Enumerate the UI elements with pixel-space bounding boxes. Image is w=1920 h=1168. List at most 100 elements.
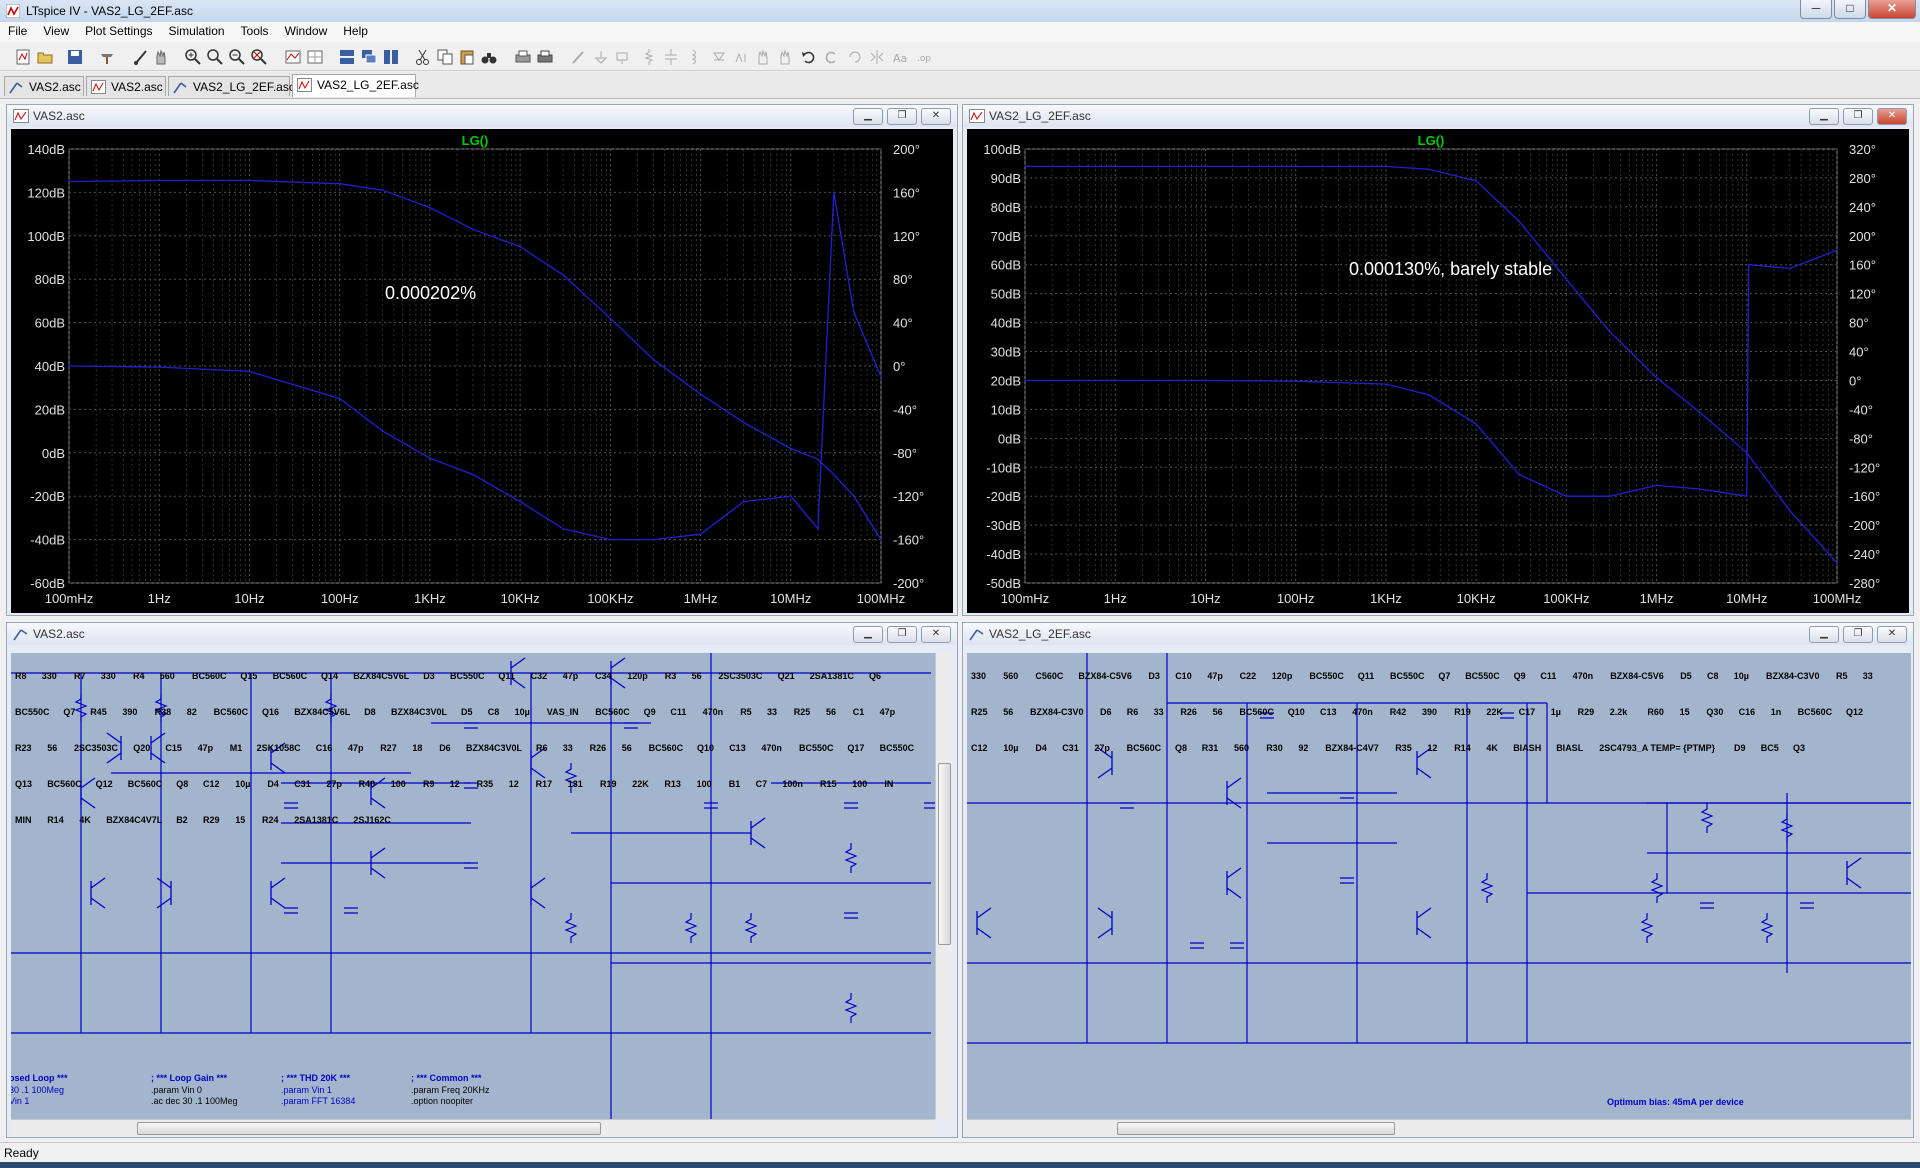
close-subwindow-button[interactable]: ✕	[921, 626, 951, 643]
resistor-symbol	[1760, 913, 1774, 943]
close-subwindow-button[interactable]: ✕	[921, 108, 951, 125]
component-label: BC560C	[273, 671, 308, 681]
run-simulation-icon[interactable]	[132, 48, 150, 66]
tab-vas2-lg-2ef-schematic[interactable]: VAS2_LG_2EF.asc	[168, 76, 295, 96]
component-label: R5	[740, 707, 752, 717]
menu-simulation[interactable]: Simulation	[161, 22, 233, 42]
y-tick-label: -20dB	[986, 489, 1021, 504]
rotate-icon[interactable]	[846, 48, 864, 66]
bode-plot-canvas[interactable]: 140dB 120dB 100dB 80dB 60dB 40dB 20dB 0dB -20dB -…	[11, 129, 953, 613]
tab-vas2-schematic[interactable]: VAS2.asc	[4, 76, 84, 96]
menu-plot-settings[interactable]: Plot Settings	[77, 22, 160, 42]
menu-help[interactable]: Help	[335, 22, 376, 42]
tile-vertical-icon[interactable]	[382, 48, 400, 66]
bode-plot-canvas[interactable]: 100dB 90dB 80dB 70dB 60dB 50dB 40dB 30dB 20dB 10d…	[967, 129, 1909, 613]
plot-window-vas2[interactable]: VAS2.asc ▁ ❐ ✕ 140dB 120dB 100dB 80dB 60dB 40…	[6, 104, 958, 616]
component-label: R19	[600, 779, 617, 789]
schematic-canvas[interactable]: R8 330 R7 330 R4 560 BC560C Q15 BC560C Q14 BZX84C5…	[11, 653, 935, 1119]
schematic-canvas[interactable]: 330 560 C560C BZX84-C5V6 D3 C10 47p C22 120p BC55…	[967, 653, 1911, 1119]
magnitude-point	[429, 206, 431, 209]
scrollbar-thumb[interactable]	[938, 763, 951, 945]
cut-scissors-icon[interactable]	[414, 48, 432, 66]
print-icon[interactable]	[536, 48, 554, 66]
ground-icon[interactable]	[592, 48, 610, 66]
menu-window[interactable]: Window	[277, 22, 336, 42]
menu-view[interactable]: View	[35, 22, 77, 42]
minimize-subwindow-button[interactable]: ▁	[853, 626, 883, 643]
bode-plot-area[interactable]: 140dB 120dB 100dB 80dB 60dB 40dB 20dB 0dB -20dB -…	[11, 129, 953, 613]
menu-file[interactable]: File	[0, 22, 35, 42]
cascade-windows-icon[interactable]	[360, 48, 378, 66]
zoom-out-icon[interactable]	[228, 48, 246, 66]
restore-subwindow-button[interactable]: ❐	[1843, 626, 1873, 643]
label-net-icon[interactable]	[614, 48, 632, 66]
bode-plot-area[interactable]: 100dB 90dB 80dB 70dB 60dB 50dB 40dB 30dB 20dB 10d…	[967, 129, 1909, 613]
restore-subwindow-button[interactable]: ❐	[887, 626, 917, 643]
spice-directive-icon[interactable]: .op	[916, 48, 934, 66]
schematic-horizontal-scrollbar[interactable]	[967, 1119, 1911, 1136]
new-schematic-icon[interactable]	[14, 48, 32, 66]
menu-tools[interactable]: Tools	[233, 22, 277, 42]
component-label: R42	[1390, 707, 1407, 717]
restore-subwindow-button[interactable]: ❐	[887, 108, 917, 125]
tab-vas2-lg-2ef-waveform[interactable]: VAS2_LG_2EF.asc	[292, 74, 419, 97]
schematic-window-vas2-lg-2ef[interactable]: VAS2_LG_2EF.asc ▁ ❐ ✕ 330 560 C560C BZX84-C…	[962, 622, 1914, 1138]
autorange-icon[interactable]	[284, 48, 302, 66]
find-binoculars-icon[interactable]	[480, 48, 498, 66]
inductor-icon[interactable]	[684, 48, 702, 66]
plot-window-vas2-lg-2ef[interactable]: VAS2_LG_2EF.asc ▁ ❐ ✕ 100dB 90dB 80dB 70dB 6…	[962, 104, 1914, 616]
pan-zoom-icon[interactable]	[206, 48, 224, 66]
halt-hand-icon[interactable]	[152, 48, 170, 66]
undo-icon[interactable]	[800, 48, 818, 66]
scrollbar-thumb[interactable]	[1117, 1122, 1395, 1135]
drag-hand-icon[interactable]	[776, 48, 794, 66]
spice-directive-line: .ac dec 30 .1 100Meg	[151, 1096, 238, 1106]
phase-tick-label: -160°	[1849, 489, 1880, 504]
text-aa-icon[interactable]: Aa	[892, 48, 910, 66]
plot-window-titlebar[interactable]: VAS2_LG_2EF.asc ▁ ❐ ✕	[963, 105, 1913, 127]
minimize-window-button[interactable]: ─	[1800, 0, 1832, 19]
zoom-in-icon[interactable]	[184, 48, 202, 66]
schematic-drawing[interactable]: R8 330 R7 330 R4 560 BC560C Q15 BC560C Q14 BZX84C5…	[11, 653, 935, 1119]
schematic-vertical-scrollbar[interactable]	[935, 653, 952, 1119]
tab-vas2-waveform[interactable]: VAS2.asc	[86, 76, 166, 96]
move-hand-icon[interactable]	[754, 48, 772, 66]
close-subwindow-button[interactable]: ✕	[1877, 626, 1907, 643]
schematic-horizontal-scrollbar[interactable]	[11, 1119, 935, 1136]
component-icon[interactable]	[732, 48, 750, 66]
paste-icon[interactable]	[458, 48, 476, 66]
transistor-symbol	[976, 907, 992, 939]
schematic-window-titlebar[interactable]: VAS2_LG_2EF.asc ▁ ❐ ✕	[963, 623, 1913, 645]
draw-wire-pencil-icon[interactable]	[570, 48, 588, 66]
restore-subwindow-button[interactable]: ❐	[1843, 108, 1873, 125]
component-label: 330	[101, 671, 116, 681]
copy-icon[interactable]	[436, 48, 454, 66]
resistor-symbol	[564, 913, 578, 943]
mirror-icon[interactable]	[868, 48, 886, 66]
maximize-window-button[interactable]: □	[1834, 0, 1866, 19]
open-folder-icon[interactable]	[36, 48, 54, 66]
minimize-subwindow-button[interactable]: ▁	[1809, 108, 1839, 125]
plot-settings-icon[interactable]	[306, 48, 324, 66]
capacitor-icon[interactable]	[662, 48, 680, 66]
minimize-subwindow-button[interactable]: ▁	[853, 108, 883, 125]
diode-icon[interactable]	[710, 48, 728, 66]
schematic-drawing[interactable]: 330 560 C560C BZX84-C5V6 D3 C10 47p C22 120p BC55…	[967, 653, 1911, 1119]
tile-horizontal-icon[interactable]	[338, 48, 356, 66]
resistor-icon[interactable]	[640, 48, 658, 66]
minimize-subwindow-button[interactable]: ▁	[1809, 626, 1839, 643]
redo-icon[interactable]	[822, 48, 840, 66]
scrollbar-thumb[interactable]	[137, 1122, 601, 1135]
close-subwindow-button[interactable]: ✕	[1877, 108, 1907, 125]
y-tick-label: 140dB	[27, 142, 65, 157]
phase-tick-label: -160°	[893, 533, 924, 548]
save-icon[interactable]	[66, 48, 84, 66]
schematic-window-vas2[interactable]: VAS2.asc ▁ ❐ ✕ R8 330 R7 330 R4 560 BC560C Q15 B…	[6, 622, 958, 1138]
close-window-button[interactable]: ✕	[1868, 0, 1916, 19]
plot-window-titlebar[interactable]: VAS2.asc ▁ ❐ ✕	[7, 105, 957, 127]
control-panel-hammer-icon[interactable]	[98, 48, 116, 66]
zoom-full-icon[interactable]	[250, 48, 268, 66]
print-setup-icon[interactable]	[514, 48, 532, 66]
schematic-window-titlebar[interactable]: VAS2.asc ▁ ❐ ✕	[7, 623, 957, 645]
phase-point	[472, 473, 474, 476]
